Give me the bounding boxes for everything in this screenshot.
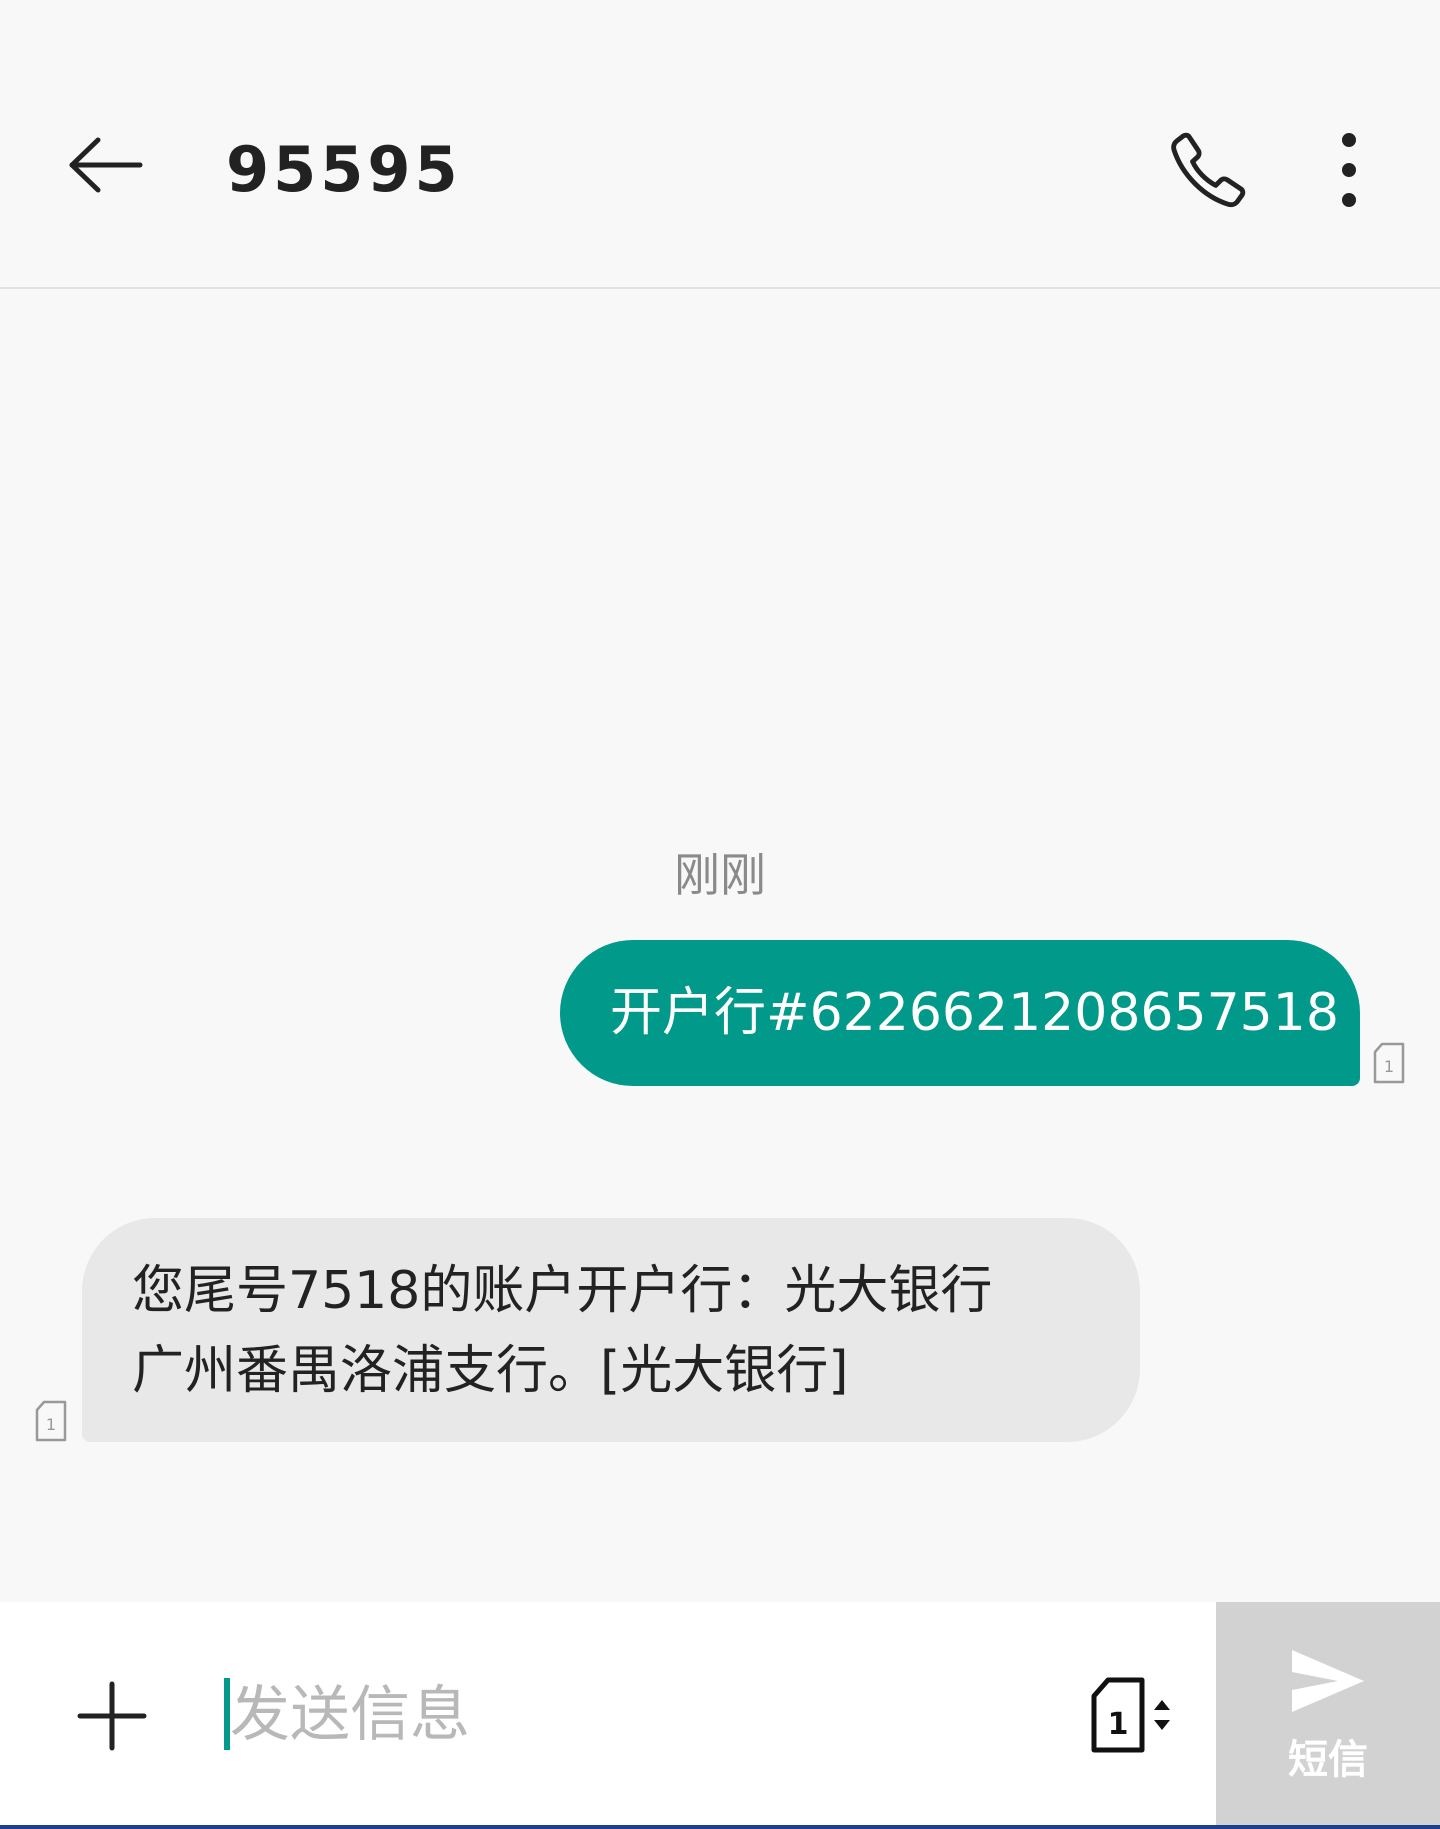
send-icon xyxy=(1292,1650,1364,1712)
send-button-label: 短信 xyxy=(1288,1737,1368,1783)
sim-selector-button[interactable]: 1 xyxy=(1090,1676,1174,1756)
message-input[interactable] xyxy=(230,1670,1050,1760)
arrow-left-icon xyxy=(69,137,143,193)
incoming-message-line: 您尾号7518的账户开户行：光大银行 xyxy=(132,1261,993,1321)
send-button[interactable]: 短信 xyxy=(1216,1602,1440,1829)
sms-conversation-screen: 95595 刚刚 开户行#6226621208657518 1 您尾号7518的… xyxy=(0,0,1440,1829)
contact-title: 95595 xyxy=(226,133,462,206)
add-attachment-button[interactable] xyxy=(76,1680,148,1752)
plus-icon xyxy=(77,1681,147,1751)
sim-slot-label: 1 xyxy=(46,1415,56,1434)
conversation-header: 95595 xyxy=(0,0,1440,289)
sim-switch-icon: 1 xyxy=(1091,1677,1170,1753)
more-options-button[interactable] xyxy=(1326,130,1372,210)
sim-card-icon: 1 xyxy=(1373,1042,1405,1084)
back-button[interactable] xyxy=(60,130,150,200)
outgoing-message-text: 开户行#6226621208657518 xyxy=(610,983,1339,1043)
message-timestamp: 刚刚 xyxy=(674,848,766,902)
incoming-message-bubble[interactable]: 您尾号7518的账户开户行：光大银行 广州番禺洛浦支行。[光大银行] xyxy=(82,1218,1140,1442)
call-button[interactable] xyxy=(1166,128,1250,212)
sim-card-icon: 1 xyxy=(35,1400,67,1442)
sim-selector-label: 1 xyxy=(1108,1707,1129,1742)
more-vertical-icon xyxy=(1342,133,1356,207)
outgoing-message-bubble[interactable]: 开户行#6226621208657518 xyxy=(560,940,1360,1086)
bottom-edge-line xyxy=(0,1825,1440,1829)
incoming-message-line: 广州番禺洛浦支行。[光大银行] xyxy=(132,1341,849,1401)
sim-slot-label: 1 xyxy=(1384,1057,1394,1076)
phone-icon xyxy=(1171,132,1246,208)
